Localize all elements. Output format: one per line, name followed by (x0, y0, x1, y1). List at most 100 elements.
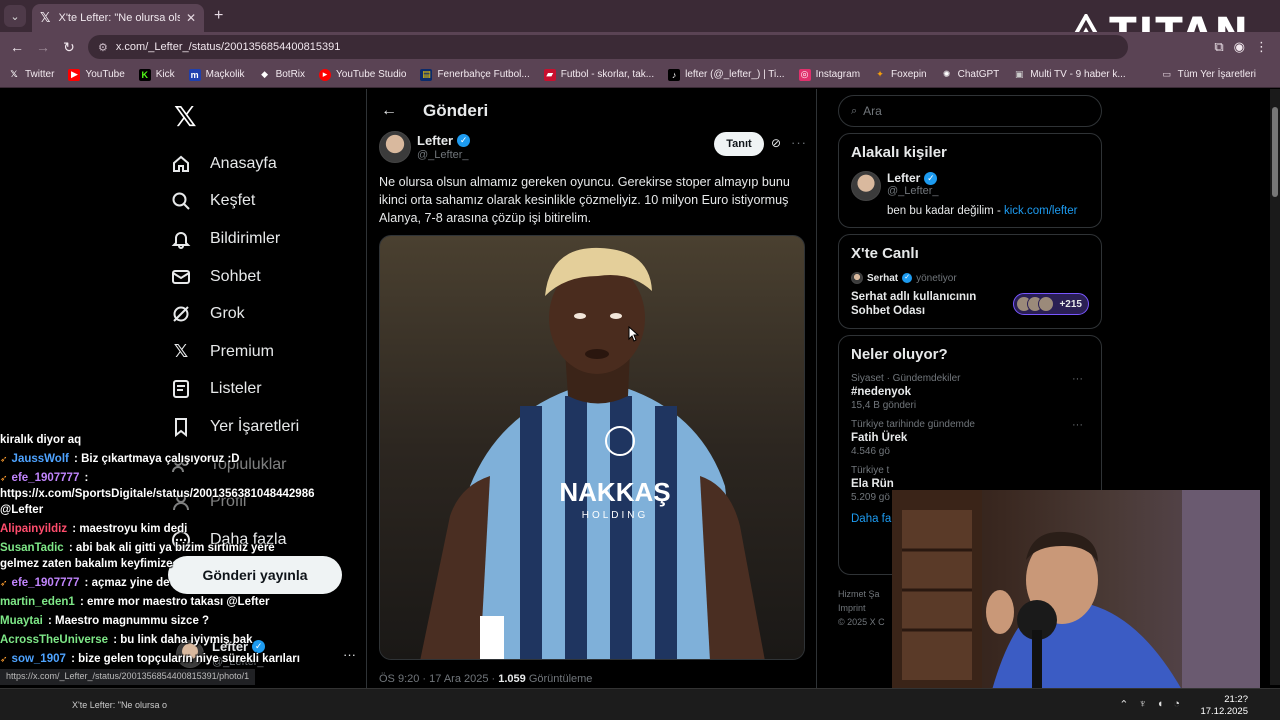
tiktok-icon: ♪ (668, 68, 681, 81)
scrollbar-thumb[interactable] (1272, 107, 1278, 197)
related-person[interactable]: Lefter ✓ @_Lefter_ (851, 171, 1089, 201)
chat-username[interactable]: martin_eden1 (0, 596, 75, 608)
nav-item-notifications[interactable]: Bildirimler (170, 220, 360, 258)
bookmark-twitter[interactable]: 𝕏 Twitter (8, 69, 54, 81)
tweet-meta: ÖS 9:20 · 17 Ara 2025 · 1.059 Görüntülem… (379, 673, 592, 685)
related-name[interactable]: Lefter (887, 171, 920, 185)
live-room-title: Serhat adlı kullanıcının Sohbet Odası (851, 291, 977, 317)
taskbar-app[interactable]: X'te Lefter: "Ne olursa o (50, 693, 170, 717)
bookmark-foxepin[interactable]: ✦ Foxepin (874, 69, 926, 81)
chat-username[interactable]: sow_1907 (12, 653, 66, 665)
nav-item-grok[interactable]: Grok (170, 295, 360, 333)
profile-avatar-icon[interactable]: ◉ (1234, 39, 1245, 55)
chat-username[interactable]: efe_1907777 (12, 577, 80, 589)
tab-search-button[interactable]: ⌄ (4, 5, 26, 27)
all-bookmarks[interactable]: ▭ Tüm Yer İşaretleri (1161, 68, 1256, 80)
search-input[interactable]: ⌕ Ara (838, 95, 1102, 127)
trends-title: Neler oluyor? (851, 346, 948, 363)
more-dots-icon[interactable]: ··· (1072, 419, 1083, 431)
more-dots-icon[interactable]: ··· (343, 647, 356, 662)
chevron-up-icon[interactable]: ⌃ (1119, 698, 1128, 711)
clock[interactable]: 21:2? 17.12.2025 (1200, 694, 1248, 718)
nav-item-lists[interactable]: Listeler (170, 371, 360, 409)
botrix-icon: ◆ (261, 69, 269, 79)
browser-tab[interactable]: 𝕏 X'te Lefter: "Ne olursa olsun alm ✕ (32, 4, 204, 32)
more-dots-icon[interactable]: ··· (1072, 373, 1083, 385)
nav-item-home[interactable]: Anasayfa (170, 145, 360, 183)
trend-item[interactable]: Siyaset · Gündemdekiler #nedenyok 15,4 B… (851, 373, 1089, 411)
chat-text: kiralık diyor aq (0, 434, 82, 446)
bookmark-kick[interactable]: K Kick (138, 68, 175, 81)
more-dots-icon[interactable]: ··· (791, 135, 807, 150)
search-icon: ⌕ (851, 104, 858, 117)
page-scrollbar[interactable] (1270, 89, 1280, 685)
tweet-image[interactable]: NAKKAŞ HOLDING (379, 235, 805, 660)
tweet-time[interactable]: ÖS 9:20 · 17 Ara 2025 · (379, 673, 498, 685)
bookmark-tiktok[interactable]: ♪ lefter (@_lefter_) | Ti... (668, 68, 785, 81)
extensions-icon[interactable]: ⧉ (1214, 39, 1223, 55)
verified-badge-icon: ✓ (902, 273, 913, 283)
mail-icon (170, 266, 192, 288)
youtube-studio-icon: ▸ (319, 68, 332, 81)
x-logo-icon: 𝕏 (10, 69, 18, 79)
view-label: Görüntüleme (525, 673, 593, 685)
chatgpt-icon: ✺ (942, 69, 951, 79)
tweet-author[interactable]: Lefter ✓ @_Lefter_ (379, 131, 471, 163)
bookmark-youtube[interactable]: ▶ YouTube (68, 68, 125, 81)
trend-item[interactable]: Türkiye tarihinde gündemde Fatih Ürek 4.… (851, 419, 1089, 457)
chat-username[interactable]: Muaytai (0, 615, 43, 627)
x-logo-icon[interactable]: 𝕏 (174, 100, 360, 133)
related-people-card: Alakalı kişiler Lefter ✓ @_Lefter_ ben bu… (838, 133, 1102, 228)
nav-item-premium[interactable]: 𝕏 Premium (170, 333, 360, 371)
bookmark-chatgpt[interactable]: ✺ ChatGPT (941, 69, 999, 81)
chat-message: ➶ efe_1907777 : https://x.com/SportsDigit… (0, 470, 315, 518)
chat-badge-icon: ➶ (0, 473, 8, 483)
grok-icon[interactable]: ⊘ (771, 136, 781, 150)
nav-item-chat[interactable]: Sohbet (170, 258, 360, 296)
chat-username[interactable]: efe_1907777 (12, 472, 80, 484)
chat-username[interactable]: SusanTadic (0, 542, 64, 554)
network-icon[interactable]: ◔ (1173, 698, 1180, 711)
site-info-icon[interactable]: ⚙ (98, 41, 108, 54)
author-name[interactable]: Lefter (417, 133, 453, 148)
bookmark-mackolik[interactable]: m Maçkolik (188, 68, 245, 81)
mic-icon[interactable]: ♆ (1138, 698, 1146, 711)
address-bar-row: ← → ↻ ⚙ x.com/_Lefter_/status/2001356854… (0, 32, 1280, 62)
player-photo: NAKKAŞ HOLDING (380, 236, 804, 659)
chat-message: SusanTadic : abi bak ali gitti ya bizim … (0, 540, 300, 572)
nav-item-explore[interactable]: Keşfet (170, 183, 360, 221)
bookmark-fenerbahce[interactable]: ▤ Fenerbahçe Futbol... (420, 68, 530, 81)
back-icon[interactable]: ← (4, 39, 30, 55)
forward-icon[interactable]: → (30, 39, 56, 55)
menu-dots-icon[interactable]: ⋮ (1255, 39, 1268, 55)
live-listeners-badge[interactable]: +215 (1013, 293, 1089, 315)
reload-icon[interactable]: ↻ (56, 39, 82, 56)
related-link[interactable]: kick.com/lefter (1004, 205, 1078, 217)
bookmark-multitv[interactable]: ▣ Multi TV - 9 haber k... (1013, 69, 1126, 81)
bookmark-youtube-studio[interactable]: ▸ YouTube Studio (319, 68, 406, 81)
avatar[interactable] (851, 171, 881, 201)
author-handle[interactable]: @_Lefter_ (417, 149, 470, 161)
chat-username[interactable]: AcrossTheUniverse (0, 634, 108, 646)
multitv-icon: ▣ (1015, 69, 1024, 79)
author-avatar[interactable] (379, 131, 411, 163)
url-field[interactable]: ⚙ x.com/_Lefter_/status/2001356854400815… (88, 35, 1128, 59)
bookmark-botrix[interactable]: ◆ BotRix (259, 69, 305, 81)
live-room[interactable]: Serhat adlı kullanıcının Sohbet Odası +2… (851, 290, 1089, 318)
chat-text: : bu link daha iyiymiş bak (110, 634, 253, 646)
back-arrow-icon[interactable]: ← (381, 102, 397, 120)
status-bar-url: https://x.com/_Lefter_/status/2001356854… (0, 669, 256, 685)
new-tab-button[interactable]: + (214, 7, 223, 25)
chat-username[interactable]: JaussWolf (12, 453, 69, 465)
speaker-icon[interactable]: ◖ (1157, 698, 1164, 711)
youtube-icon: ▶ (68, 68, 81, 81)
stream-chat-overlay: kiralık diyor aq ➶ JaussWolf : Biz çıkartm… (0, 432, 315, 686)
promote-button[interactable]: Tanıt (714, 132, 764, 156)
chat-username[interactable]: Alipainyildiz (0, 523, 67, 535)
close-icon[interactable]: ✕ (186, 11, 196, 25)
bookmark-instagram[interactable]: ◎ Instagram (798, 68, 860, 81)
search-icon (170, 190, 192, 212)
live-card: X'te Canlı Serhat ✓ yönetiyor Serhat adlı … (838, 234, 1102, 329)
page-title: Gönderi (423, 101, 489, 120)
bookmark-flashscore[interactable]: ▰ Futbol - skorlar, tak... (543, 68, 654, 81)
